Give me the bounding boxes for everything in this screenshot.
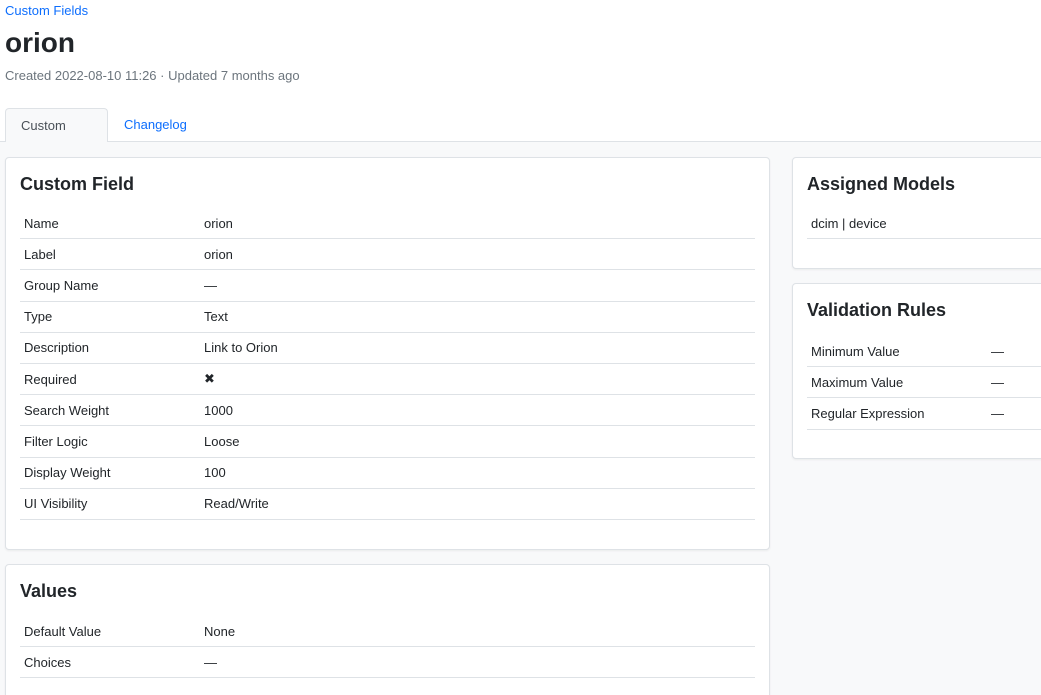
row-value: — [991, 343, 1004, 359]
values-table: Default Value None Choices — [20, 616, 755, 679]
row-key: Display Weight [24, 465, 111, 481]
row-key: Name [24, 215, 59, 231]
row-key: Maximum Value [811, 374, 904, 390]
table-row: Filter Logic Loose [20, 426, 755, 458]
close-icon: ✖ [204, 371, 215, 387]
tab-custom-field[interactable]: Custom Field [5, 108, 108, 167]
values-card: Values Default Value None Choices — [5, 564, 770, 695]
breadcrumb-custom-fields[interactable]: Custom Fields [5, 3, 88, 18]
table-row: Display Weight 100 [20, 458, 755, 489]
row-value: 100 [204, 465, 226, 481]
table-row: Name orion [20, 208, 755, 240]
assigned-models-table: dcim | device [807, 208, 1041, 240]
row-key: Choices [24, 654, 71, 670]
row-key: Filter Logic [24, 433, 88, 449]
table-row: Description Link to Orion [20, 333, 755, 364]
card-title: Custom Field [20, 174, 135, 194]
card-title: Validation Rules [807, 300, 947, 320]
row-value: Read/Write [204, 496, 269, 512]
row-value: Loose [204, 433, 240, 449]
list-item: dcim | device [807, 208, 1041, 240]
table-row: Search Weight 1000 [20, 395, 755, 427]
row-key: Default Value [24, 623, 102, 639]
row-key: Label [24, 246, 56, 262]
page-header: Custom Fields orion Created 2022-08-10 1… [0, 0, 1041, 167]
row-key: Type [24, 309, 53, 325]
custom-field-card: Custom Field Name orion Label orion Group Na… [5, 157, 770, 550]
card-title: Assigned Models [807, 174, 956, 194]
row-value: — [204, 277, 217, 293]
page-title: orion [5, 27, 75, 58]
row-value: None [204, 623, 236, 639]
custom-field-table: Name orion Label orion Group Name — Type Text De… [20, 208, 755, 520]
table-row: Type Text [20, 302, 755, 333]
row-key: Group Name [24, 277, 99, 293]
page-subtitle: Created 2022-08-10 11:26 · Updated 7 mon… [5, 68, 300, 83]
row-value: 1000 [204, 402, 233, 418]
row-key: Regular Expression [811, 405, 925, 421]
row-value: Link to Orion [204, 340, 278, 356]
row-key: Required [24, 371, 77, 387]
table-row: Required ✖ [20, 364, 755, 396]
assigned-models-card: Assigned Models dcim | device [792, 157, 1041, 269]
table-row: Default Value None [20, 616, 755, 648]
row-value: orion [204, 246, 233, 262]
card-title: Values [20, 581, 78, 601]
row-value: — [204, 654, 217, 670]
validation-rules-card: Validation Rules Minimum Value — Maximum V… [792, 283, 1041, 459]
row-key: Search Weight [24, 402, 110, 418]
assigned-model-label: dcim | device [811, 215, 887, 231]
table-row: Maximum Value — [807, 367, 1041, 399]
table-row: Group Name — [20, 270, 755, 302]
validation-rules-table: Minimum Value — Maximum Value — Regular Expr… [807, 336, 1041, 430]
table-row: Regular Expression — [807, 398, 1041, 430]
table-row: Choices — [20, 647, 755, 679]
row-value: — [991, 374, 1004, 390]
tab-bar: Custom Field Changelog [0, 108, 1041, 167]
main-content: Custom Field Name orion Label orion Group Na… [0, 142, 1041, 695]
table-row: UI Visibility Read/Write [20, 489, 755, 520]
row-key: UI Visibility [24, 496, 88, 512]
table-row: Label orion [20, 239, 755, 271]
row-key: Description [24, 340, 90, 356]
tab-changelog[interactable]: Changelog [109, 108, 202, 142]
table-row: Minimum Value — [807, 336, 1041, 368]
row-key: Minimum Value [811, 343, 900, 359]
row-value: Text [204, 309, 228, 325]
row-value: — [991, 405, 1004, 421]
row-value: orion [204, 215, 233, 231]
